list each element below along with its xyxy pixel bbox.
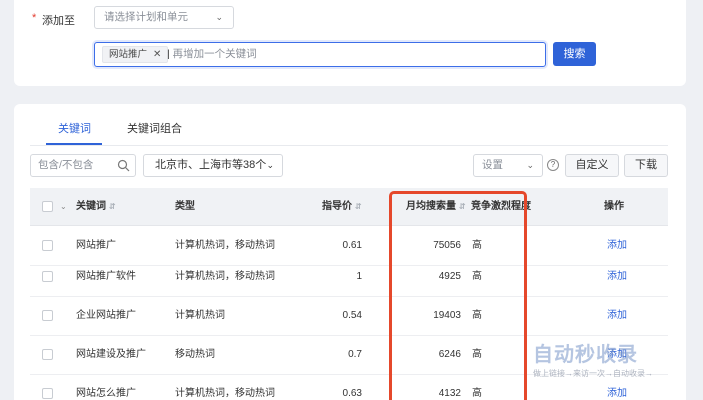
- volume-cell: 19403: [433, 310, 461, 321]
- row-checkbox[interactable]: [42, 240, 53, 251]
- volume-cell: 4925: [438, 271, 461, 282]
- competition-cell: 高: [472, 271, 482, 282]
- type-cell: 计算机热词，移动热词: [175, 388, 275, 399]
- settings-select[interactable]: 设置 ⌄: [473, 154, 543, 177]
- tab-divider: [30, 145, 668, 146]
- keyword-cell: 网站怎么推广: [76, 388, 136, 399]
- table-header: ⌄ 关键词 ⇵ 类型 指导价 ⇵ 月均搜索量 ⇵ 竞争激烈程度 操作: [30, 188, 668, 226]
- header-price[interactable]: 指导价 ⇵: [322, 188, 362, 226]
- row-checkbox[interactable]: [42, 271, 53, 282]
- keyword-cell: 网站建设及推广: [76, 349, 146, 360]
- active-tab-indicator: [46, 143, 102, 145]
- keyword-input-placeholder: | 再增加一个关键词: [167, 48, 257, 60]
- price-cell: 0.7: [348, 349, 362, 360]
- close-icon[interactable]: ✕: [153, 49, 161, 60]
- region-select[interactable]: 北京市、上海市等38个 ⌄: [143, 154, 283, 177]
- add-link[interactable]: 添加: [607, 297, 627, 335]
- tab-keywords[interactable]: 关键词: [58, 120, 91, 136]
- table-row: 网站推广软件 计算机热词，移动热词 1 4925 高 添加: [30, 258, 668, 297]
- search-button[interactable]: 搜索: [553, 42, 596, 66]
- add-to-label: 添加至: [42, 15, 75, 27]
- header-type: 类型: [175, 201, 195, 212]
- competition-cell: 高: [472, 349, 482, 360]
- volume-cell: 4132: [438, 388, 461, 399]
- help-icon[interactable]: ?: [547, 159, 559, 171]
- sort-icon: ⇵: [355, 202, 362, 211]
- chevron-down-icon: ⌄: [526, 160, 534, 170]
- header-action: 操作: [604, 201, 624, 212]
- keyword-input[interactable]: 网站推广 ✕ | 再增加一个关键词: [94, 42, 546, 67]
- keyword-cell: 企业网站推广: [76, 310, 136, 321]
- sort-icon: ⇵: [459, 202, 466, 211]
- type-cell: 移动热词: [175, 349, 215, 360]
- volume-cell: 6246: [438, 349, 461, 360]
- chevron-down-icon: ⌄: [215, 12, 223, 22]
- competition-cell: 高: [472, 310, 482, 321]
- settings-label: 设置: [482, 159, 503, 171]
- price-cell: 1: [356, 271, 362, 282]
- watermark-logo: 自动秒收录: [533, 344, 638, 366]
- type-cell: 计算机热词，移动热词: [175, 271, 275, 282]
- chevron-down-icon[interactable]: ⌄: [60, 188, 67, 226]
- keyword-tag-label: 网站推广: [109, 49, 148, 60]
- header-competition: 竞争激烈程度: [471, 201, 531, 212]
- row-checkbox[interactable]: [42, 349, 53, 360]
- price-cell: 0.63: [342, 388, 362, 399]
- competition-cell: 高: [472, 388, 482, 399]
- header-volume[interactable]: 月均搜索量 ⇵: [406, 188, 466, 226]
- chevron-down-icon: ⌄: [266, 160, 274, 170]
- select-all-checkbox[interactable]: [42, 201, 53, 212]
- watermark: 自动秒收录 做上链接→来访一次→自动收录→: [533, 338, 653, 379]
- keyword-tag: 网站推广 ✕: [102, 46, 169, 63]
- add-link[interactable]: 添加: [607, 258, 627, 296]
- include-filter-input[interactable]: 包含/不包含: [30, 154, 136, 177]
- search-icon[interactable]: [117, 159, 130, 180]
- include-filter-placeholder: 包含/不包含: [38, 159, 94, 171]
- type-cell: 计算机热词: [175, 310, 225, 321]
- row-checkbox[interactable]: [42, 388, 53, 399]
- plan-unit-placeholder: 请选择计划和单元: [104, 11, 188, 23]
- table-row: 企业网站推广 计算机热词 0.54 19403 高 添加: [30, 297, 668, 336]
- region-value: 北京市、上海市等38个: [155, 159, 267, 171]
- custom-button[interactable]: 自定义: [565, 154, 619, 177]
- watermark-tagline: 做上链接→来访一次→自动收录→: [533, 369, 653, 378]
- tab-keyword-combos[interactable]: 关键词组合: [127, 120, 182, 136]
- price-cell: 0.54: [342, 310, 362, 321]
- required-mark: *: [32, 12, 37, 24]
- sort-icon: ⇵: [109, 202, 116, 211]
- plan-unit-select[interactable]: 请选择计划和单元 ⌄: [94, 6, 234, 29]
- row-checkbox[interactable]: [42, 310, 53, 321]
- keyword-cell: 网站推广软件: [76, 271, 136, 282]
- download-button[interactable]: 下载: [624, 154, 668, 177]
- header-keyword[interactable]: 关键词 ⇵: [76, 188, 116, 226]
